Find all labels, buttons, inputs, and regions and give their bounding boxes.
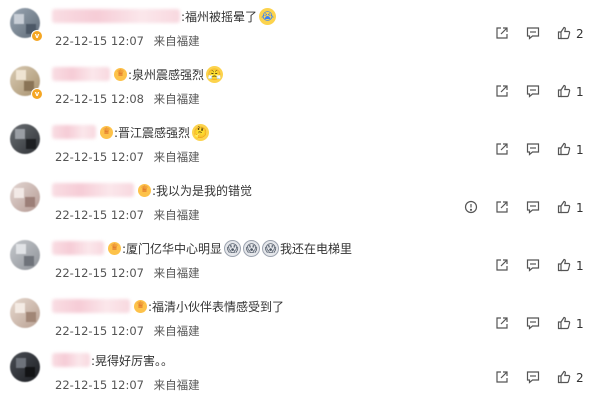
like-count: 2 (576, 27, 584, 41)
comment-icon[interactable] (526, 84, 540, 98)
comment-icon[interactable] (526, 26, 540, 40)
comment-meta: 22-12-15 12:08 来自福建 (55, 91, 200, 107)
comment-item: v :福州被摇晕了 😭 22-12-15 12:07 来自福建 2 (0, 2, 600, 60)
thumbs-up-icon[interactable] (557, 26, 571, 40)
thumbs-up-icon[interactable] (557, 200, 571, 214)
crying-face-icon: 😭 (259, 7, 277, 25)
comment-date: 22-12-15 12:07 (55, 266, 144, 280)
share-icon[interactable] (495, 258, 509, 272)
screaming-face-icon: 😱 (262, 239, 280, 257)
comment-text: :厦门亿华中心明显 (122, 241, 223, 256)
avatar[interactable] (10, 352, 40, 382)
avatar[interactable] (10, 124, 40, 154)
username-redacted[interactable] (52, 353, 90, 367)
comment-date: 22-12-15 12:07 (55, 378, 144, 392)
avatar[interactable] (10, 182, 40, 212)
comment-line: ♛ :泉州震感强烈 😤 (52, 64, 224, 84)
comment-date: 22-12-15 12:07 (55, 324, 144, 338)
like-count: 1 (576, 201, 584, 215)
username-redacted[interactable] (52, 67, 110, 81)
comment-item: :晃得好厉害。。 22-12-15 12:07 来自福建 2 (0, 346, 600, 402)
crown-badge-icon: ♛ (114, 67, 127, 81)
comment-source: 来自福建 (153, 324, 200, 338)
comment-line: :晃得好厉害。。 (52, 350, 173, 370)
screaming-face-icon: 😱 (243, 239, 261, 257)
comment-icon[interactable] (526, 258, 540, 272)
comment-line: ♛ :厦门亿华中心明显 😱 😱 😱 我还在电梯里 (52, 238, 352, 258)
crown-badge-icon: ♛ (134, 299, 147, 313)
comment-text: :晋江震感强烈 (114, 125, 191, 140)
comment-text: :泉州震感强烈 (128, 67, 205, 82)
comment-text: :晃得好厉害。。 (91, 353, 174, 368)
comment-icon[interactable] (526, 370, 540, 384)
comment-icon[interactable] (526, 200, 540, 214)
comment-meta: 22-12-15 12:07 来自福建 (55, 377, 200, 393)
like-count: 1 (576, 143, 584, 157)
thumbs-up-icon[interactable] (557, 370, 571, 384)
comment-text: :福州被摇晕了 (181, 9, 258, 24)
thinking-face-icon: 🤔 (192, 123, 210, 141)
thumbs-up-icon[interactable] (557, 258, 571, 272)
comment-item: ♛ :福清小伙伴表情感受到了 22-12-15 12:07 来自福建 1 (0, 292, 600, 350)
verified-badge-icon: v (31, 30, 43, 42)
username-redacted[interactable] (52, 241, 104, 255)
share-icon[interactable] (495, 84, 509, 98)
screaming-face-icon: 😱 (224, 239, 242, 257)
like-count: 1 (576, 259, 584, 273)
comment-item: ♛ :晋江震感强烈 🤔 22-12-15 12:07 来自福建 1 (0, 118, 600, 176)
comment-source: 来自福建 (153, 266, 200, 280)
thumbs-up-icon[interactable] (557, 84, 571, 98)
avatar[interactable] (10, 240, 40, 270)
comment-meta: 22-12-15 12:07 来自福建 (55, 265, 200, 281)
verified-badge-icon: v (31, 88, 43, 100)
comment-source: 来自福建 (153, 378, 200, 392)
comment-date: 22-12-15 12:07 (55, 208, 144, 222)
comment-source: 来自福建 (153, 92, 200, 106)
comment-meta: 22-12-15 12:07 来自福建 (55, 323, 200, 339)
share-icon[interactable] (495, 200, 509, 214)
username-redacted[interactable] (52, 183, 134, 197)
crown-badge-icon: ♛ (138, 183, 151, 197)
share-icon[interactable] (495, 142, 509, 156)
crown-badge-icon: ♛ (100, 125, 113, 139)
comment-text: :我以为是我的错觉 (152, 183, 253, 198)
comment-line: ♛ :晋江震感强烈 🤔 (52, 122, 210, 142)
comment-line: ♛ :福清小伙伴表情感受到了 (52, 296, 284, 316)
username-redacted[interactable] (52, 125, 96, 139)
username-redacted[interactable] (52, 299, 130, 313)
comment-icon[interactable] (526, 142, 540, 156)
comment-item: ♛ :厦门亿华中心明显 😱 😱 😱 我还在电梯里 22-12-15 12:07 … (0, 234, 600, 292)
comment-line: ♛ :我以为是我的错觉 (52, 180, 252, 200)
comment-text: :福清小伙伴表情感受到了 (148, 299, 285, 314)
report-icon[interactable] (464, 200, 478, 214)
share-icon[interactable] (495, 370, 509, 384)
comment-meta: 22-12-15 12:07 来自福建 (55, 33, 200, 49)
comment-meta: 22-12-15 12:07 来自福建 (55, 149, 200, 165)
like-count: 1 (576, 317, 584, 331)
crown-badge-icon: ♛ (108, 241, 121, 255)
share-icon[interactable] (495, 316, 509, 330)
comment-source: 来自福建 (153, 34, 200, 48)
share-icon[interactable] (495, 26, 509, 40)
comment-line: :福州被摇晕了 😭 (52, 6, 277, 26)
comment-meta: 22-12-15 12:07 来自福建 (55, 207, 200, 223)
comment-item: ♛ :我以为是我的错觉 22-12-15 12:07 来自福建 1 (0, 176, 600, 234)
comment-source: 来自福建 (153, 150, 200, 164)
comment-date: 22-12-15 12:07 (55, 150, 144, 164)
like-count: 1 (576, 85, 584, 99)
comment-icon[interactable] (526, 316, 540, 330)
comment-feed: v :福州被摇晕了 😭 22-12-15 12:07 来自福建 2 v ♛:泉… (0, 0, 600, 402)
like-count: 2 (576, 371, 584, 385)
comment-date: 22-12-15 12:07 (55, 34, 144, 48)
comment-text-suffix: 我还在电梯里 (280, 241, 353, 256)
avatar[interactable] (10, 298, 40, 328)
comment-date: 22-12-15 12:08 (55, 92, 144, 106)
comment-source: 来自福建 (153, 208, 200, 222)
thumbs-up-icon[interactable] (557, 142, 571, 156)
comment-item: v ♛ :泉州震感强烈 😤 22-12-15 12:08 来自福建 1 (0, 60, 600, 118)
angry-face-icon: 😤 (206, 65, 224, 83)
username-redacted[interactable] (52, 9, 180, 23)
thumbs-up-icon[interactable] (557, 316, 571, 330)
